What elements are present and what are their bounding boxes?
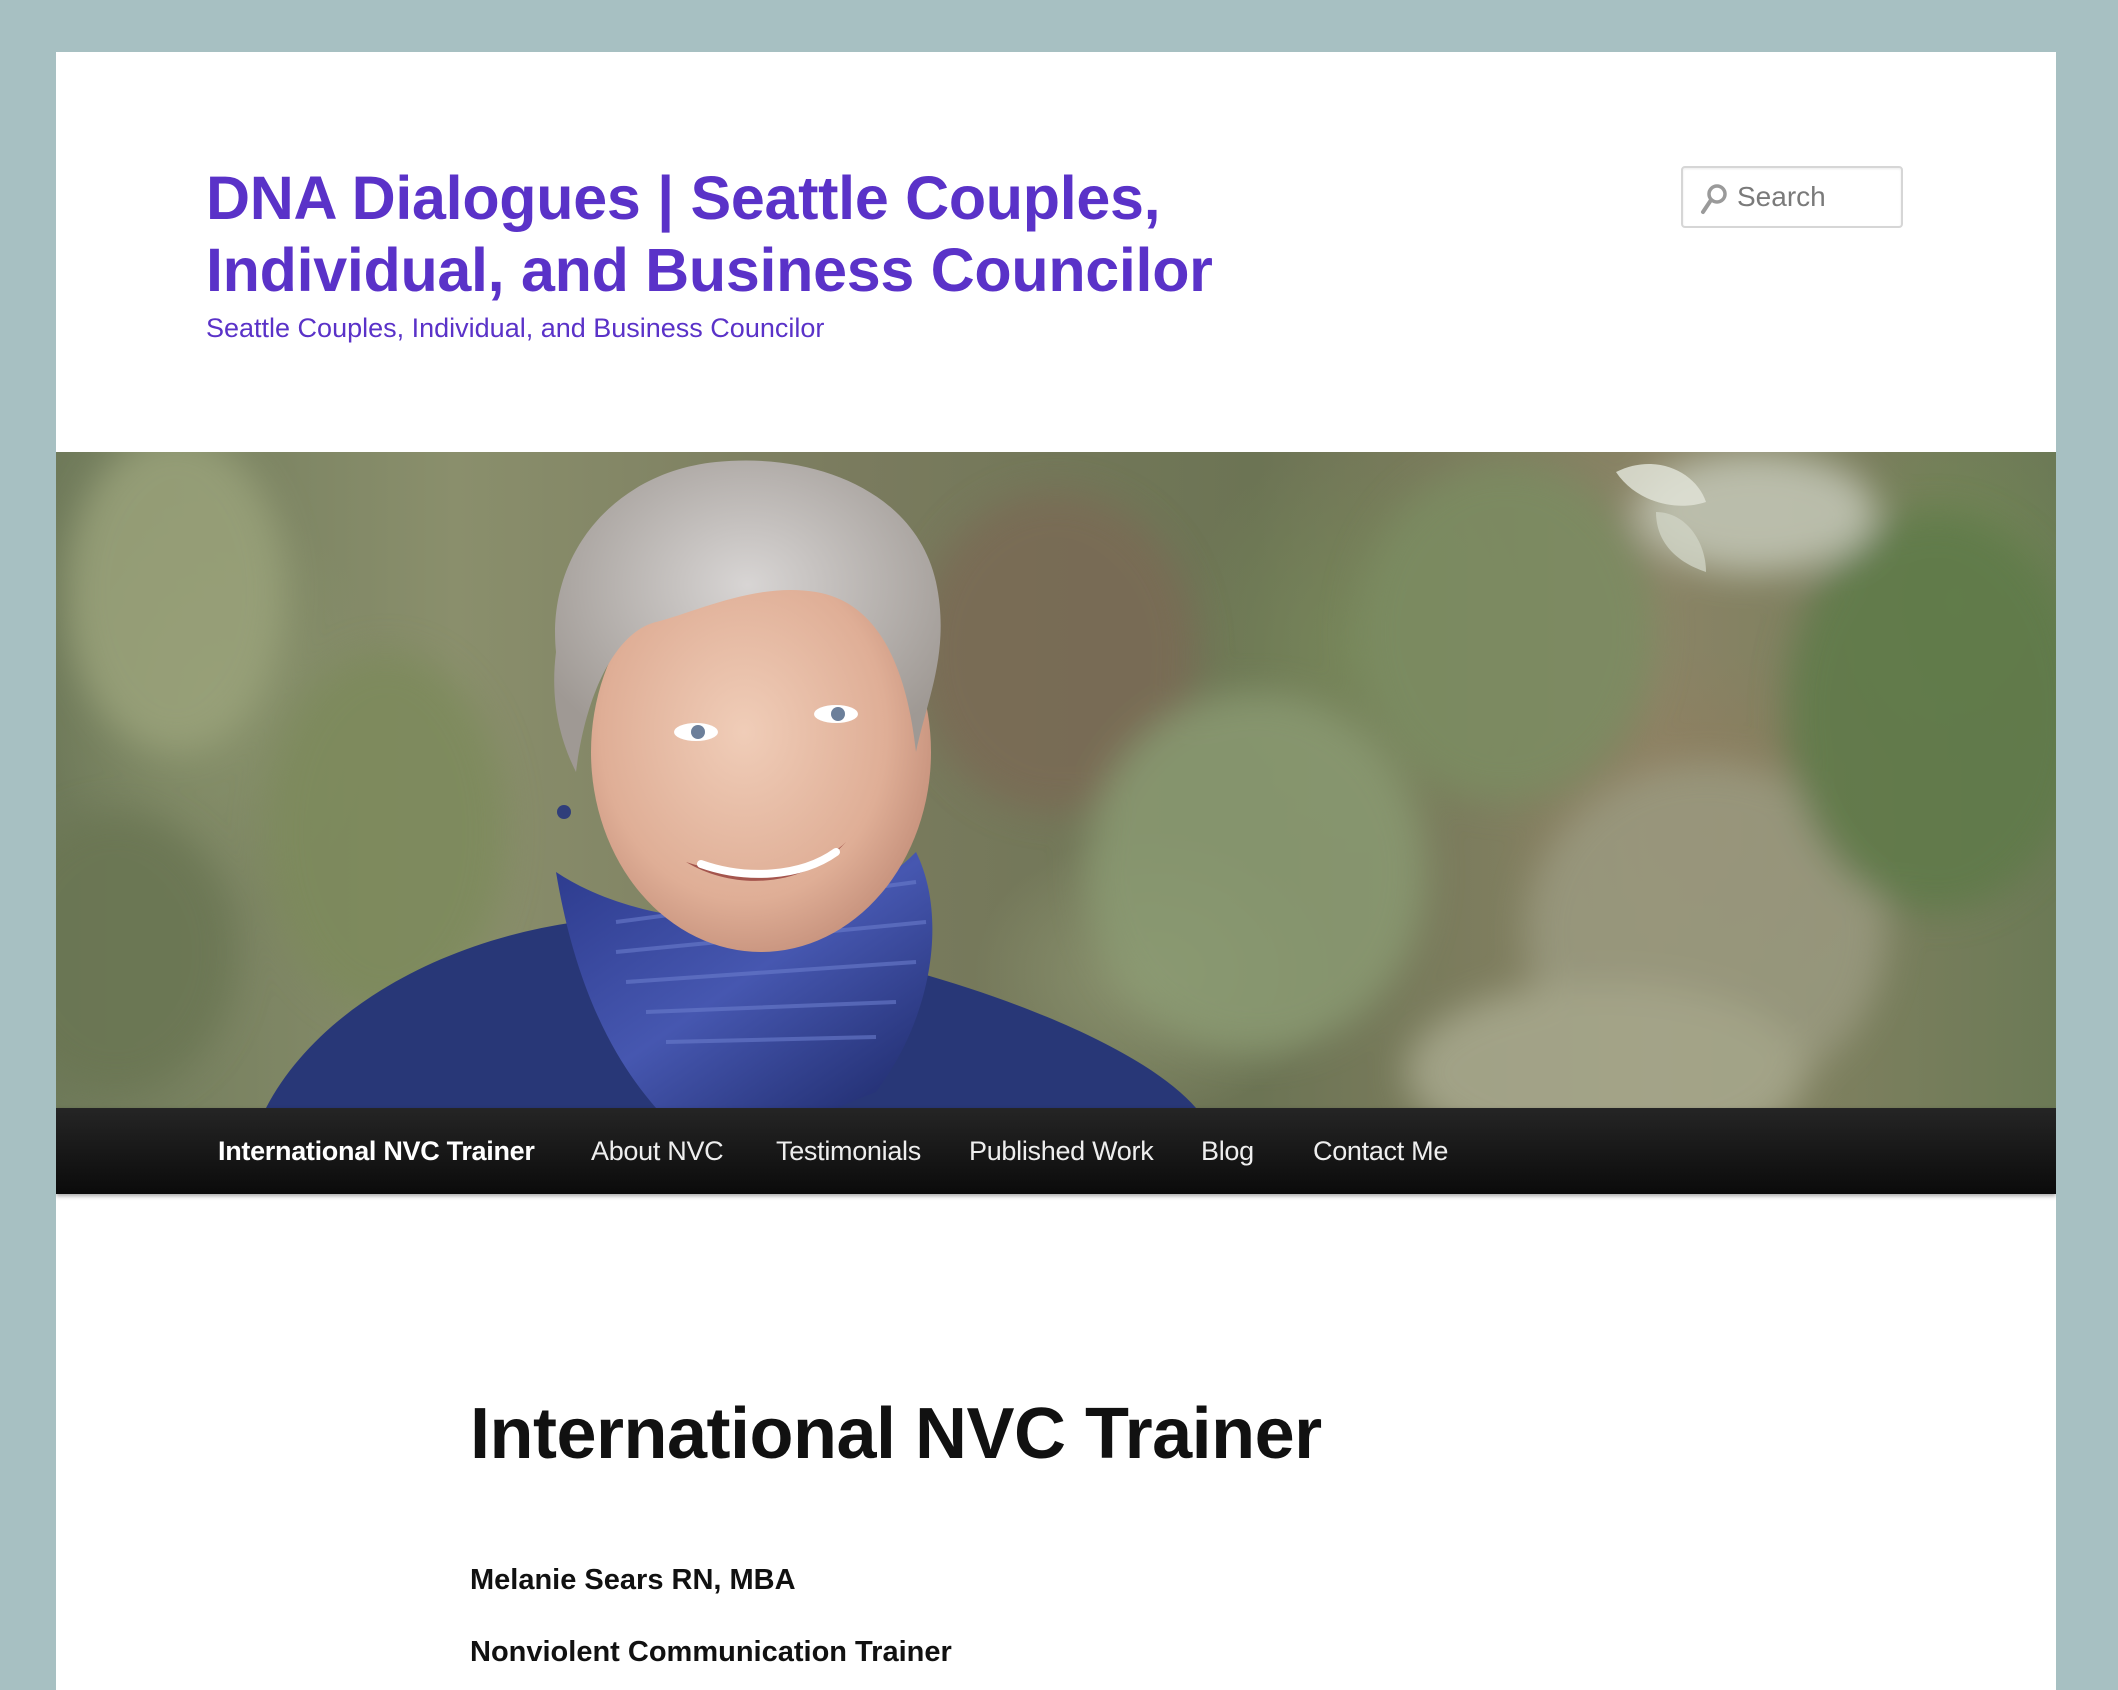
nav-item-blog[interactable]: Blog (1201, 1108, 1254, 1194)
nav-item-contact-me[interactable]: Contact Me (1313, 1108, 1448, 1194)
nav-item-about-nvc[interactable]: About NVC (591, 1108, 724, 1194)
header-photo (56, 452, 2056, 1108)
site-title[interactable]: DNA Dialogues | Seattle Couples, Individ… (206, 162, 1306, 306)
page-container: DNA Dialogues | Seattle Couples, Individ… (56, 52, 2056, 1690)
search-input[interactable] (1737, 168, 1897, 226)
header-image (56, 452, 2056, 1108)
author-name: Melanie Sears RN, MBA (470, 1564, 796, 1596)
main-navigation: International NVC Trainer About NVC Test… (56, 1108, 2056, 1194)
nav-item-international-nvc-trainer[interactable]: International NVC Trainer (218, 1108, 535, 1194)
search-box[interactable] (1681, 166, 1903, 228)
author-role: Nonviolent Communication Trainer (470, 1636, 952, 1668)
page-title: International NVC Trainer (470, 1394, 1322, 1474)
site-tagline: Seattle Couples, Individual, and Busines… (206, 313, 825, 343)
search-icon (1701, 184, 1727, 214)
nav-item-testimonials[interactable]: Testimonials (776, 1108, 921, 1194)
nav-item-published-work[interactable]: Published Work (969, 1108, 1154, 1194)
